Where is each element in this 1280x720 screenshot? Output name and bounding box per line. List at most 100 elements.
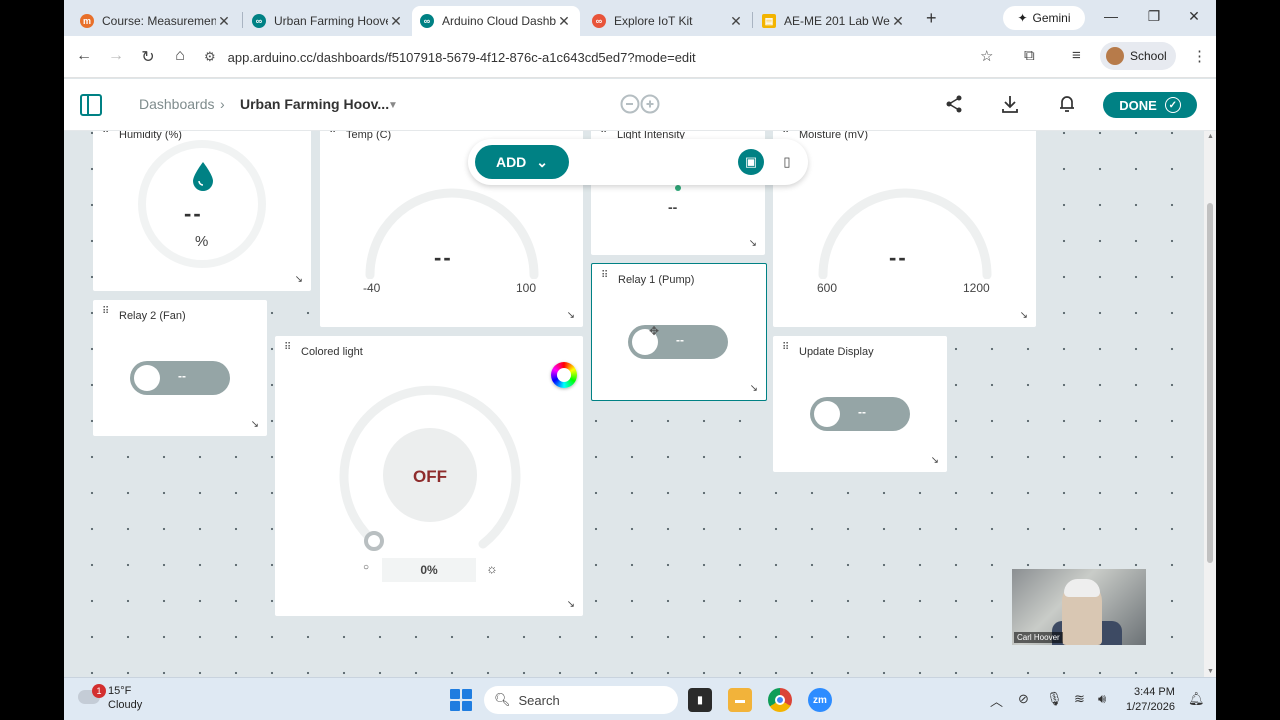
add-widget-button[interactable]: ADD ⌄ [475,145,569,179]
widget-humidity[interactable]: ⠿ Humidity (%) -- % ↘ [93,131,311,291]
notifications-icon[interactable]: 🔔︎ [1188,691,1205,707]
bookmark-star-icon[interactable]: ☆ [980,47,993,65]
notification-bell-icon[interactable] [1058,94,1076,119]
resize-handle-icon[interactable]: ↘ [251,419,259,430]
media-controls-icon[interactable]: ≡ [1072,47,1081,64]
close-icon[interactable]: ✕ [556,13,572,30]
drag-handle-icon[interactable]: ⠿ [329,131,337,141]
tab-title: Urban Farming Hoove [274,14,388,28]
gemini-label: Gemini [1032,11,1071,25]
resize-handle-icon[interactable]: ↘ [567,599,575,610]
wifi-icon[interactable]: ≋ [1074,691,1085,707]
more-menu-icon[interactable]: ⋮ [1192,47,1207,65]
light-state: OFF [413,467,447,486]
gemini-button[interactable]: ✦ Gemini [1003,6,1085,30]
relay1-switch[interactable]: -- [628,325,728,359]
new-tab-button[interactable]: + [926,8,937,29]
chrome-icon[interactable] [768,688,792,712]
forward-button[interactable]: → [106,47,126,65]
tab-arduino-cloud-dashboard[interactable]: ∞ Arduino Cloud Dashb ✕ [412,6,580,36]
tab-ae-me-201[interactable]: ▤ AE-ME 201 Lab Week ✕ [754,6,914,36]
reload-button[interactable]: ↻ [138,47,158,67]
clock[interactable]: 3:44 PM 1/27/2026 [1126,685,1175,715]
done-label: DONE [1119,97,1157,113]
close-icon[interactable]: ✕ [388,13,404,30]
microphone-icon[interactable]: 🎙︎ [1046,691,1063,707]
relay2-switch[interactable]: -- [130,361,230,395]
relay2-state: -- [178,369,186,383]
tab-title: AE-ME 201 Lab Week [784,14,890,28]
weather-temp: 15°F [108,685,132,697]
back-button[interactable]: ← [74,47,94,65]
widget-colored-light[interactable]: ⠿ Colored light OFF ○ 0% ☼ ↘ [275,336,583,616]
tab-course-measurement[interactable]: m Course: Measurement ✕ [72,6,240,36]
close-window-button[interactable]: ✕ [1179,8,1209,25]
widget-relay2-fan[interactable]: ⠿ Relay 2 (Fan) -- ↘ [93,300,267,436]
sidebar-toggle-icon[interactable] [80,94,102,116]
update-display-switch[interactable]: -- [810,397,910,431]
site-info-icon[interactable]: ⚙ [204,49,216,65]
switch-knob [814,401,840,427]
drag-handle-icon[interactable]: ⠿ [102,131,110,141]
desktop-view-button[interactable]: ▣ [738,149,764,175]
mobile-view-button[interactable]: ▯ [774,149,800,175]
tab-urban-farming[interactable]: ∞ Urban Farming Hoove ✕ [244,6,412,36]
arduino-icon: ∞ [592,14,606,28]
breadcrumb-current-dashboard[interactable]: Urban Farming Hoov... [240,96,389,112]
drag-handle-icon[interactable]: ⠿ [284,343,292,358]
file-explorer-icon[interactable]: ▬ [728,688,752,712]
search-icon: 🔍︎ [494,692,511,707]
share-icon[interactable] [944,94,964,119]
scrollbar-thumb[interactable] [1207,203,1213,563]
resize-handle-icon[interactable]: ↘ [750,383,758,394]
scroll-up-icon[interactable]: ▲ [1207,133,1214,140]
tab-title: Arduino Cloud Dashb [442,14,556,28]
tab-explore-iot-kit[interactable]: ∞ Explore IoT Kit ✕ [584,6,752,36]
breadcrumb-dashboards[interactable]: Dashboards [139,96,215,112]
taskbar-search[interactable]: 🔍︎ Search [484,686,678,714]
color-wheel-icon[interactable] [551,362,577,388]
moisture-max-label: 1200 [963,281,990,295]
windows-start-icon[interactable] [450,689,472,711]
drag-handle-icon[interactable]: ⠿ [601,271,609,286]
resize-handle-icon[interactable]: ↘ [1020,310,1028,321]
brightness-value: 0% [382,558,476,582]
download-icon[interactable] [1000,94,1020,119]
maximize-button[interactable]: ❐ [1139,8,1169,25]
widget-moisture-gauge[interactable]: ⠿ Moisture (mV) -- 600 1200 ↘ [773,131,1036,327]
chevron-up-icon[interactable]: ︿ [990,691,1003,710]
weather-desc: Cloudy [108,699,143,711]
notification-badge: 1 [92,684,106,698]
close-icon[interactable]: ✕ [728,13,744,30]
drag-handle-icon[interactable]: ⠿ [102,307,110,322]
update-display-state: -- [858,405,866,419]
canvas-scrollbar[interactable]: ▲ ▼ [1204,131,1216,677]
app-header: Dashboards › Urban Farming Hoov... ▼ DON… [64,79,1216,131]
close-icon[interactable]: ✕ [216,13,232,30]
arduino-logo-icon [620,94,660,114]
scroll-down-icon[interactable]: ▼ [1207,668,1214,675]
resize-handle-icon[interactable]: ↘ [749,238,757,249]
arduino-icon: ∞ [420,14,434,28]
minimize-button[interactable]: — [1096,8,1126,24]
address-bar[interactable]: ⚙ app.arduino.cc/dashboards/f5107918-567… [204,42,1004,72]
brightness-slider-knob[interactable] [364,531,384,551]
chevron-down-icon[interactable]: ▼ [388,100,398,111]
resize-handle-icon[interactable]: ↘ [931,455,939,466]
done-button[interactable]: DONE ✓ [1103,92,1197,118]
task-view-icon[interactable]: ▮ [688,688,712,712]
weather-widget[interactable]: 1 15°F Cloudy [78,684,142,712]
close-icon[interactable]: ✕ [890,13,906,30]
resize-handle-icon[interactable]: ↘ [567,310,575,321]
resize-handle-icon[interactable]: ↘ [295,274,303,285]
drag-handle-icon[interactable]: ⠿ [782,343,790,358]
sync-off-icon[interactable]: ⊘ [1018,691,1029,707]
home-icon[interactable]: ⌂ [170,47,190,65]
widget-relay1-pump[interactable]: ⠿ Relay 1 (Pump) -- ✥ ↘ [591,263,767,401]
google-lens-icon[interactable]: ⧉ [1024,47,1035,64]
speaker-icon[interactable]: 🔊︎ [1098,691,1106,707]
widget-update-display[interactable]: ⠿ Update Display -- ↘ [773,336,947,472]
chevron-down-icon: ⌄ [536,153,549,170]
zoom-icon[interactable]: zm [808,688,832,712]
profile-button[interactable]: School [1100,42,1176,70]
